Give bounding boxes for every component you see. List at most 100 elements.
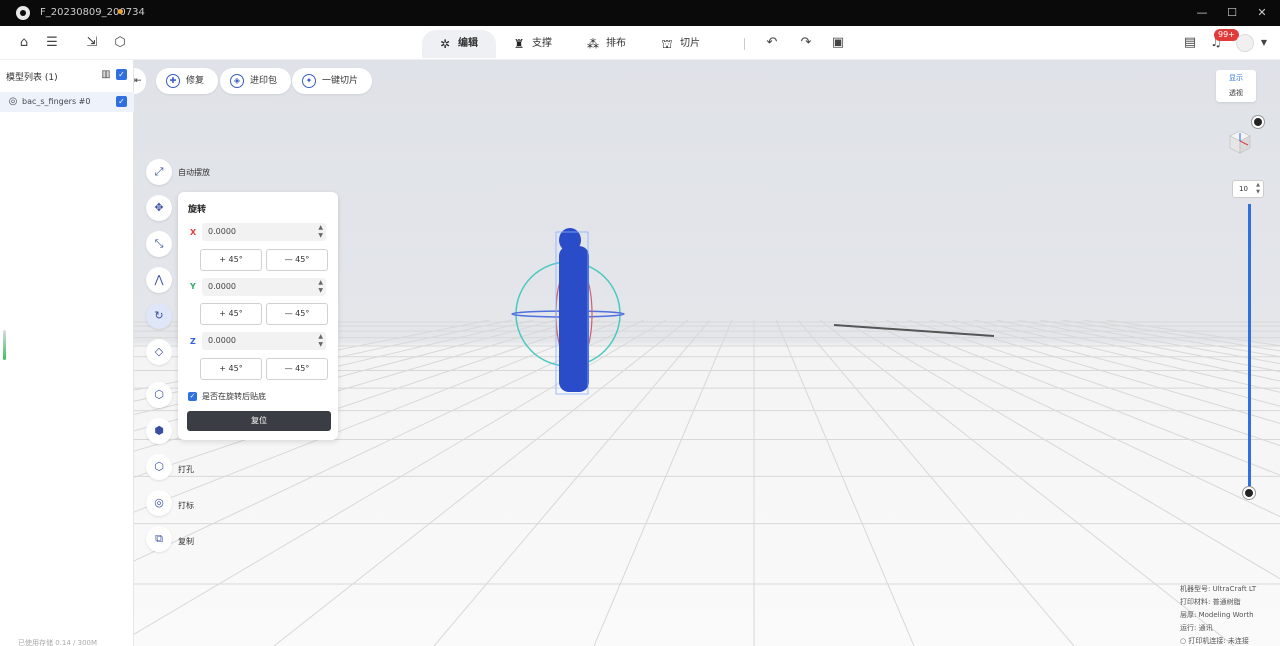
layer-slider-handle[interactable]: [1243, 487, 1255, 499]
unsaved-dot-icon: [118, 9, 123, 14]
zoom-level-input[interactable]: 10 ▲ ▼: [1232, 180, 1264, 198]
message-icon[interactable]: ▤: [1182, 35, 1198, 51]
support-icon: ♜: [513, 37, 525, 51]
storage-usage: 已使用存储 0.14 / 300M: [18, 639, 98, 646]
print-pack-icon: ◈: [230, 74, 244, 88]
spinner-icon[interactable]: ▲ ▼: [1256, 182, 1260, 196]
menu-icon[interactable]: ☰: [44, 35, 60, 51]
punch-tool-button[interactable]: ⬡: [146, 454, 172, 480]
avatar[interactable]: [1236, 34, 1254, 52]
reset-rotation-button[interactable]: 复位: [187, 411, 331, 431]
model-name: bac_s_fingers #0: [22, 97, 91, 106]
mirror-icon: ⋀: [154, 273, 164, 286]
slice-icon: ✦: [302, 74, 316, 88]
z-plus-45-button[interactable]: + 45°: [200, 358, 262, 380]
scale-tool-button[interactable]: ⤡: [146, 231, 172, 257]
layer-slider-track[interactable]: [1248, 204, 1251, 494]
undo-icon[interactable]: ↶: [764, 35, 780, 51]
list-item[interactable]: ◎ bac_s_fingers #0 ✓: [0, 92, 134, 112]
app-logo-icon: [16, 6, 30, 20]
print-pack-button[interactable]: ◈ 进印包: [220, 68, 292, 94]
mark-label: 打标: [178, 501, 194, 510]
copy-icon: ⧉: [155, 532, 163, 545]
x-minus-45-button[interactable]: — 45°: [266, 249, 328, 271]
z-value: 0.0000: [208, 336, 236, 345]
move-tool-button[interactable]: ✥: [146, 195, 172, 221]
close-button[interactable]: ✕: [1252, 4, 1272, 22]
y-minus-45-button[interactable]: — 45°: [266, 303, 328, 325]
z-rotation-input[interactable]: 0.0000 ▲ ▼: [202, 332, 326, 350]
chevron-down-icon[interactable]: ▼: [1256, 35, 1272, 51]
tab-label: 排布: [606, 38, 626, 49]
auto-place-label: 自动摆放: [178, 168, 210, 177]
3d-viewport[interactable]: ⇤ ✚ 修复 ◈ 进印包 ✦ 一键切片 ⤢ 自动摆放 ✥ ⤡ ⋀ ↻ ◇ ⬡ ⬢…: [134, 60, 1280, 646]
machine-info: 机器型号: UltraCraft LT: [1180, 585, 1257, 593]
lay-flat-icon: ◇: [154, 345, 164, 358]
minimize-button[interactable]: —: [1192, 4, 1212, 22]
repair-icon: ✚: [166, 74, 180, 88]
rotate-tool-button[interactable]: ↻: [146, 303, 172, 329]
view-cube-icon[interactable]: [1226, 128, 1254, 156]
notification-badge: 99+: [1214, 29, 1239, 41]
y-plus-45-button[interactable]: + 45°: [200, 303, 262, 325]
lay-flat-tool-button[interactable]: ◇: [146, 339, 172, 365]
cube-icon: ⬡: [154, 388, 164, 401]
model-list-title: 模型列表 (1): [6, 73, 58, 83]
action-label: 进印包: [250, 76, 278, 86]
camera-reset-icon[interactable]: [1252, 116, 1264, 128]
repair-button[interactable]: ✚ 修复: [156, 68, 219, 94]
snap-to-bed-label: 是否在旋转后贴底: [202, 392, 266, 401]
move-icon: ✥: [154, 201, 164, 214]
x-rotation-input[interactable]: 0.0000 ▲ ▼: [202, 223, 326, 241]
title-bar: F_20230809_200734 — ☐ ✕: [0, 0, 1280, 26]
slice-icon: ⛫: [661, 37, 673, 51]
model-figure[interactable]: [555, 228, 589, 395]
trash-icon[interactable]: ▥: [98, 67, 114, 83]
view-mode-display[interactable]: 显示: [1216, 73, 1256, 83]
status-indicator: [3, 330, 6, 360]
rotation-title: 旋转: [188, 205, 207, 215]
material-info: 打印材料: 普通树脂: [1180, 598, 1241, 606]
model-list-panel: 模型列表 (1) ▥ ✓ ◎ bac_s_fingers #0 ✓ 已使用存储 …: [0, 60, 134, 646]
snap-to-bed-checkbox[interactable]: ✓: [188, 392, 197, 401]
redo-icon[interactable]: ↷: [798, 35, 814, 51]
x-value: 0.0000: [208, 227, 236, 236]
auto-place-button[interactable]: ⤢: [146, 159, 172, 185]
tab-support[interactable]: ♜ 支撑: [496, 30, 570, 58]
hollow-tool-button[interactable]: ⬢: [146, 418, 172, 444]
import-icon[interactable]: ⇲: [84, 35, 100, 51]
view-mode-perspective[interactable]: 透视: [1216, 88, 1256, 98]
zoom-value: 10: [1239, 185, 1248, 193]
auto-place-icon: ⤢: [154, 165, 164, 178]
model-list-header: 模型列表 (1) ▥ ✓: [0, 66, 134, 84]
z-minus-45-button[interactable]: — 45°: [266, 358, 328, 380]
hollow-icon: ⬢: [154, 424, 164, 437]
action-label: 修复: [186, 76, 205, 86]
layer-info: 层厚: Modeling Worth: [1180, 611, 1254, 619]
tab-layout[interactable]: ⁂ 排布: [570, 30, 644, 58]
tab-edit[interactable]: ✲ 编辑: [422, 30, 496, 58]
save-icon[interactable]: ▣: [830, 35, 846, 51]
punch-icon: ⬡: [154, 460, 164, 473]
maximize-button[interactable]: ☐: [1222, 4, 1242, 22]
cube-tool-button[interactable]: ⬡: [146, 382, 172, 408]
spinner-icon[interactable]: ▲ ▼: [318, 279, 323, 295]
copy-tool-button[interactable]: ⧉: [146, 526, 172, 552]
y-rotation-input[interactable]: 0.0000 ▲ ▼: [202, 278, 326, 296]
spinner-icon[interactable]: ▲ ▼: [318, 333, 323, 349]
y-axis-label: Y: [190, 282, 196, 291]
model-library-icon[interactable]: ⬡: [112, 35, 128, 51]
main-toolbar: ⌂ ☰ ⇲ ⬡ ✲ 编辑 ♜ 支撑 ⁂ 排布 ⛫ 切片 ↶ ↷ ▣ ▤ ♫ 99…: [0, 26, 1280, 60]
x-axis-label: X: [190, 228, 197, 237]
view-mode-toggle[interactable]: 显示 透视: [1216, 70, 1256, 102]
home-icon[interactable]: ⌂: [16, 35, 32, 51]
spinner-icon[interactable]: ▲ ▼: [318, 224, 323, 240]
tab-slice[interactable]: ⛫ 切片: [644, 30, 718, 58]
mirror-tool-button[interactable]: ⋀: [146, 267, 172, 293]
mark-tool-button[interactable]: ◎: [146, 490, 172, 516]
punch-label: 打孔: [178, 465, 194, 474]
one-click-slice-button[interactable]: ✦ 一键切片: [292, 68, 373, 94]
select-all-checkbox[interactable]: ✓: [116, 69, 127, 80]
model-checkbox[interactable]: ✓: [116, 96, 127, 107]
x-plus-45-button[interactable]: + 45°: [200, 249, 262, 271]
